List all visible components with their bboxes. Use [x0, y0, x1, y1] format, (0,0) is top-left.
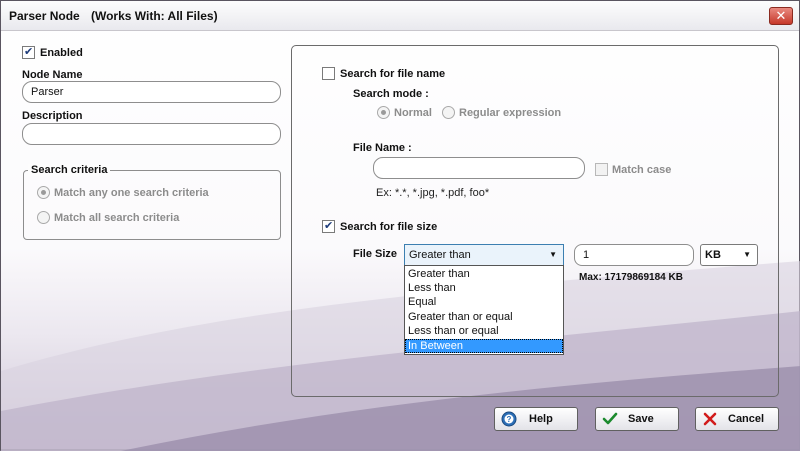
dropdown-option-less-or-equal[interactable]: Less than or equal [405, 324, 563, 338]
search-file-size-checkbox[interactable] [322, 219, 335, 233]
match-case-label: Match case [612, 164, 672, 176]
title-bar: Parser Node (Works With: All Files) ✕ [1, 1, 799, 31]
search-mode-label: Search mode : [353, 88, 429, 100]
node-name-label: Node Name [22, 69, 83, 81]
enabled-label: Enabled [40, 47, 83, 59]
file-name-hint: Ex: *.*, *.jpg, *.pdf, foo* [376, 187, 490, 199]
search-file-name-label: Search for file name [340, 68, 446, 80]
match-any-label: Match any one search criteria [54, 187, 209, 199]
file-size-label: File Size [353, 248, 398, 260]
save-button[interactable]: Save [595, 407, 679, 431]
save-button-label: Save [628, 413, 654, 425]
description-input[interactable] [22, 123, 281, 145]
search-mode-regex-label: Regular expression [459, 107, 562, 119]
size-unit-select[interactable]: KB ▼ [700, 244, 758, 266]
svg-text:?: ? [507, 415, 512, 424]
match-all-label: Match all search criteria [54, 212, 180, 224]
search-mode-normal-label: Normal [394, 107, 432, 119]
size-value-input[interactable]: 1 [574, 244, 694, 266]
parser-node-dialog: Parser Node (Works With: All Files) ✕ En… [0, 0, 800, 451]
help-button-label: Help [529, 413, 553, 425]
dropdown-option-greater-than[interactable]: Greater than [405, 267, 563, 281]
size-comparison-select[interactable]: Greater than ▼ [404, 244, 564, 266]
size-unit-value: KB [705, 249, 721, 261]
checkmark-icon [602, 412, 618, 425]
help-button[interactable]: ? Help [494, 407, 578, 431]
cancel-x-icon [703, 412, 717, 426]
cancel-button-label: Cancel [728, 413, 765, 425]
search-criteria-title: Search criteria [28, 164, 111, 176]
enabled-checkbox[interactable] [22, 45, 35, 59]
search-mode-regex-radio[interactable] [442, 106, 455, 119]
close-icon: ✕ [775, 8, 787, 23]
search-file-size-label: Search for file size [340, 221, 438, 233]
size-comparison-dropdown: Greater than Less than Equal Greater tha… [404, 265, 564, 355]
window-title: Parser Node [9, 9, 80, 23]
file-name-label: File Name : [353, 142, 412, 154]
chevron-down-icon: ▼ [743, 250, 751, 259]
dropdown-option-greater-or-equal[interactable]: Greater than or equal [405, 310, 563, 324]
cancel-button[interactable]: Cancel [695, 407, 779, 431]
node-name-input[interactable]: Parser [22, 81, 281, 103]
close-button[interactable]: ✕ [769, 7, 793, 25]
max-size-hint: Max: 17179869184 KB [579, 272, 683, 283]
description-label: Description [22, 110, 83, 122]
search-file-name-checkbox[interactable] [322, 67, 335, 80]
match-all-radio[interactable] [37, 211, 50, 224]
match-any-radio[interactable] [37, 186, 50, 199]
dropdown-option-in-between[interactable]: In Between [405, 339, 563, 353]
dropdown-option-less-than[interactable]: Less than [405, 281, 563, 295]
file-name-input[interactable] [373, 157, 585, 179]
search-criteria-group [23, 170, 281, 240]
size-comparison-value: Greater than [409, 249, 471, 261]
match-case-checkbox[interactable] [595, 163, 608, 176]
dropdown-option-equal[interactable]: Equal [405, 295, 563, 309]
help-icon: ? [501, 411, 517, 427]
window-subtitle: (Works With: All Files) [91, 9, 218, 23]
search-mode-normal-radio[interactable] [377, 106, 390, 119]
chevron-down-icon: ▼ [549, 250, 557, 259]
